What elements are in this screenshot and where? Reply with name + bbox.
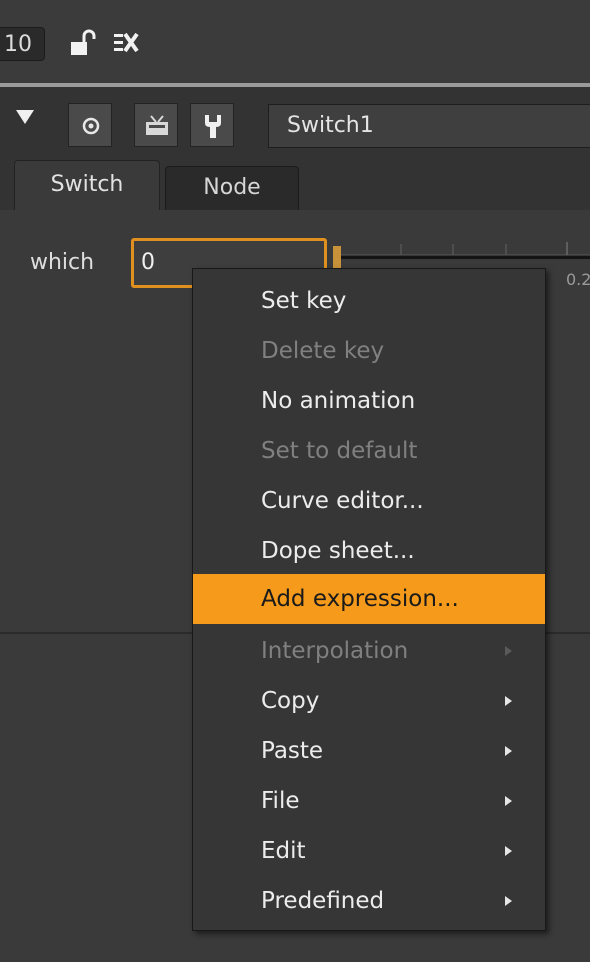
menu-item-label: Edit bbox=[261, 838, 306, 864]
menu-item-predefined[interactable]: Predefined bbox=[193, 876, 545, 926]
menu-item-label: Copy bbox=[261, 688, 320, 714]
menu-item-label: Set to default bbox=[261, 438, 418, 464]
menu-item-label: Curve editor... bbox=[261, 488, 424, 514]
viewer-button[interactable] bbox=[134, 103, 178, 147]
circle-target-button[interactable] bbox=[68, 103, 112, 147]
menu-item-paste[interactable]: Paste bbox=[193, 726, 545, 776]
menu-item-set-key[interactable]: Set key bbox=[193, 276, 545, 326]
which-knob-label: which bbox=[30, 250, 95, 275]
menu-item-delete-key[interactable]: Delete key bbox=[193, 326, 545, 376]
wrench-button[interactable] bbox=[190, 103, 234, 147]
menu-item-file[interactable]: File bbox=[193, 776, 545, 826]
triangle-down-icon[interactable] bbox=[14, 106, 36, 128]
menu-item-label: Interpolation bbox=[261, 638, 409, 664]
menu-item-label: Dope sheet... bbox=[261, 538, 415, 564]
node-header: Switch1 bbox=[0, 87, 590, 160]
menu-item-copy[interactable]: Copy bbox=[193, 676, 545, 726]
menu-item-curve-editor[interactable]: Curve editor... bbox=[193, 476, 545, 526]
wrench-icon bbox=[205, 115, 221, 138]
menu-item-set-to-default[interactable]: Set to default bbox=[193, 426, 545, 476]
chevron-right-icon bbox=[505, 846, 512, 856]
tab-node[interactable]: Node bbox=[165, 166, 299, 210]
menu-item-label: Add expression... bbox=[261, 586, 459, 612]
menu-item-dope-sheet[interactable]: Dope sheet... bbox=[193, 526, 545, 576]
chevron-right-icon bbox=[505, 796, 512, 806]
knob-context-menu: Set key Delete key No animation Set to d… bbox=[192, 268, 546, 931]
menu-item-label: File bbox=[261, 788, 300, 814]
properties-panel: 10 Switch1 Switch Node which 0 0.2 Set k… bbox=[0, 0, 601, 962]
chevron-right-icon bbox=[505, 896, 512, 906]
window-edge bbox=[590, 0, 601, 962]
chevron-right-icon bbox=[505, 746, 512, 756]
menu-item-edit[interactable]: Edit bbox=[193, 826, 545, 876]
menu-item-label: Set key bbox=[261, 288, 347, 314]
tab-bar: Switch Node bbox=[0, 160, 590, 210]
menu-item-no-animation[interactable]: No animation bbox=[193, 376, 545, 426]
frame-number-field[interactable]: 10 bbox=[0, 27, 45, 61]
menu-item-label: No animation bbox=[261, 388, 416, 414]
menu-item-label: Delete key bbox=[261, 338, 385, 364]
viewer-icon bbox=[146, 115, 168, 135]
chevron-right-icon bbox=[505, 696, 512, 706]
node-name-field[interactable]: Switch1 bbox=[268, 104, 590, 148]
circle-target-icon bbox=[82, 117, 100, 135]
chevron-right-icon bbox=[505, 646, 512, 656]
top-toolbar: 10 bbox=[0, 0, 590, 82]
slider-tick-label: 0.2 bbox=[566, 270, 592, 289]
menu-item-label: Predefined bbox=[261, 888, 385, 914]
menu-item-add-expression[interactable]: Add expression... bbox=[193, 574, 545, 624]
menu-item-interpolation[interactable]: Interpolation bbox=[193, 626, 545, 676]
close-all-panels-icon[interactable] bbox=[112, 28, 142, 58]
menu-item-label: Paste bbox=[261, 738, 324, 764]
tab-switch[interactable]: Switch bbox=[14, 160, 160, 210]
lock-open-icon[interactable] bbox=[68, 28, 98, 58]
